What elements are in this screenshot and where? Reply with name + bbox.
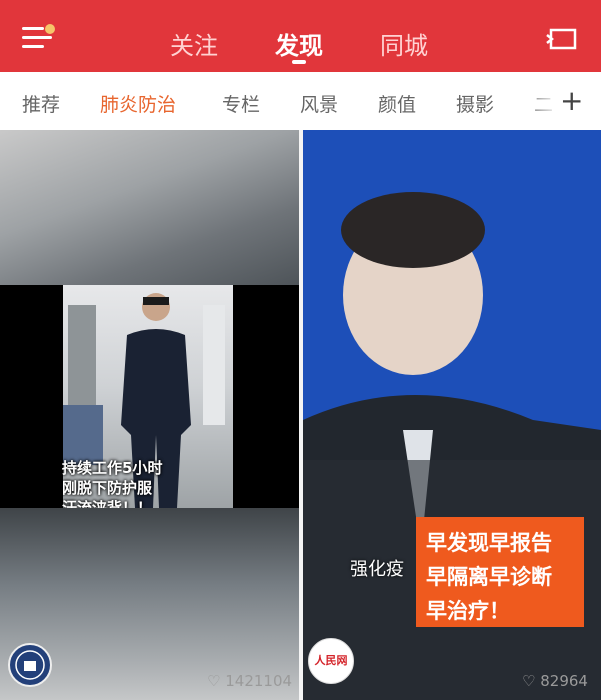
slogan-line: 早治疗！	[426, 599, 510, 623]
category-pneumonia-prevention[interactable]: 肺炎防治	[100, 90, 176, 117]
feed-card-left[interactable]: 持续工作5小时 刚脱下防护服 汗流浃背！！	[0, 130, 299, 700]
category-recommend[interactable]: 推荐	[22, 90, 60, 117]
caption-line: 持续工作5小时	[62, 459, 163, 477]
author-avatar[interactable]	[8, 643, 52, 687]
category-column[interactable]: 专栏	[222, 90, 260, 117]
active-tab-indicator	[292, 60, 306, 64]
category-bar: 推荐 肺炎防治 专栏 风景 颜值 摄影 二 +	[0, 72, 601, 130]
publisher-logo: 人民网	[314, 654, 348, 667]
heart-icon: ♡	[522, 672, 536, 690]
like-count: 82964	[540, 672, 588, 690]
slogan-line: 早隔离早诊断	[426, 565, 552, 589]
top-bar: 关注 发现 同城	[0, 0, 601, 72]
category-looks[interactable]: 颜值	[378, 90, 416, 117]
heart-icon: ♡	[207, 672, 221, 690]
like-count-right[interactable]: ♡ 82964	[522, 672, 588, 690]
blurred-background	[0, 130, 299, 285]
caption-line: 刚脱下防护服	[62, 479, 153, 497]
emblem-icon	[15, 650, 45, 680]
slogan-line: 早发现早报告	[426, 531, 552, 555]
tab-local[interactable]: 同城	[380, 26, 428, 61]
category-photography[interactable]: 摄影	[456, 90, 494, 117]
video-thumbnail[interactable]: 持续工作5小时 刚脱下防护服 汗流浃背！！	[0, 285, 299, 517]
tab-discover[interactable]: 发现	[275, 26, 323, 61]
notification-dot-icon	[45, 24, 55, 34]
screen-cast-icon[interactable]	[545, 28, 577, 50]
like-count: 1421104	[225, 672, 293, 690]
subtitle-overlay: 强化疫	[350, 559, 404, 580]
publisher-avatar[interactable]: 人民网	[308, 638, 354, 684]
category-fade	[520, 72, 560, 130]
add-category-button[interactable]: +	[560, 84, 583, 117]
category-scenery[interactable]: 风景	[300, 90, 338, 117]
like-count-left[interactable]: ♡ 1421104	[207, 672, 292, 690]
tab-follow[interactable]: 关注	[170, 26, 218, 61]
